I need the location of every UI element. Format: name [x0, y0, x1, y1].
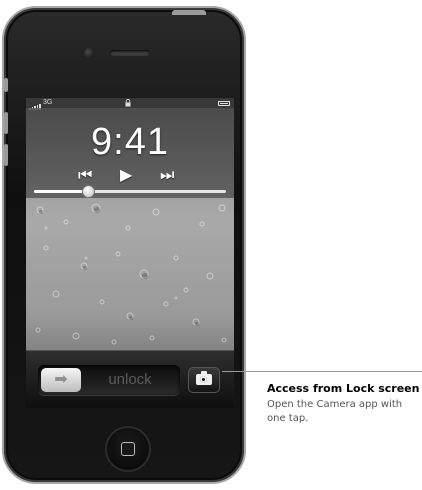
- unlock-slider-knob[interactable]: ➡: [41, 368, 81, 392]
- clock: 9:41: [91, 121, 169, 163]
- battery-icon: [218, 101, 230, 106]
- arrow-right-icon: ➡: [54, 371, 68, 388]
- playback-progress: [34, 190, 88, 193]
- volume-down-button[interactable]: [4, 144, 8, 166]
- home-button[interactable]: [105, 426, 151, 472]
- callout-title: Access from Lock screen: [267, 382, 420, 395]
- callout-body: Open the Camera app with one tap.: [267, 399, 403, 424]
- camera-icon: [196, 371, 212, 385]
- unlock-bar: ➡ unlock: [26, 350, 234, 408]
- slide-to-unlock-track[interactable]: ➡ unlock: [38, 365, 180, 395]
- sleep-wake-button[interactable]: [172, 10, 206, 15]
- camera-button[interactable]: [188, 367, 220, 393]
- scrubber-knob[interactable]: [81, 185, 95, 198]
- callout-leader-line: [222, 371, 422, 372]
- volume-up-button[interactable]: [4, 112, 8, 134]
- media-controls: ⏮ ▶ ⏭: [26, 166, 234, 186]
- play-icon[interactable]: ▶: [120, 166, 132, 186]
- iphone-device: 3G 9:41 ⏮ ▶ ⏭ ➡ unlock: [2, 6, 246, 484]
- lock-screen-header: 9:41 ⏮ ▶ ⏭: [26, 108, 234, 198]
- callout: Access from Lock screen Open the Camera …: [267, 382, 422, 426]
- lock-screen: 3G 9:41 ⏮ ▶ ⏭ ➡ unlock: [26, 98, 234, 408]
- previous-track-icon[interactable]: ⏮: [78, 166, 92, 186]
- home-square-icon: [121, 442, 135, 456]
- mute-switch[interactable]: [4, 78, 8, 92]
- next-track-icon[interactable]: ⏭: [160, 166, 174, 186]
- front-camera: [84, 48, 94, 58]
- status-bar: 3G: [26, 98, 234, 110]
- network-type: 3G: [43, 99, 53, 106]
- earpiece-speaker: [110, 50, 150, 56]
- unlock-label: unlock: [108, 371, 152, 388]
- playback-scrubber[interactable]: [34, 185, 226, 198]
